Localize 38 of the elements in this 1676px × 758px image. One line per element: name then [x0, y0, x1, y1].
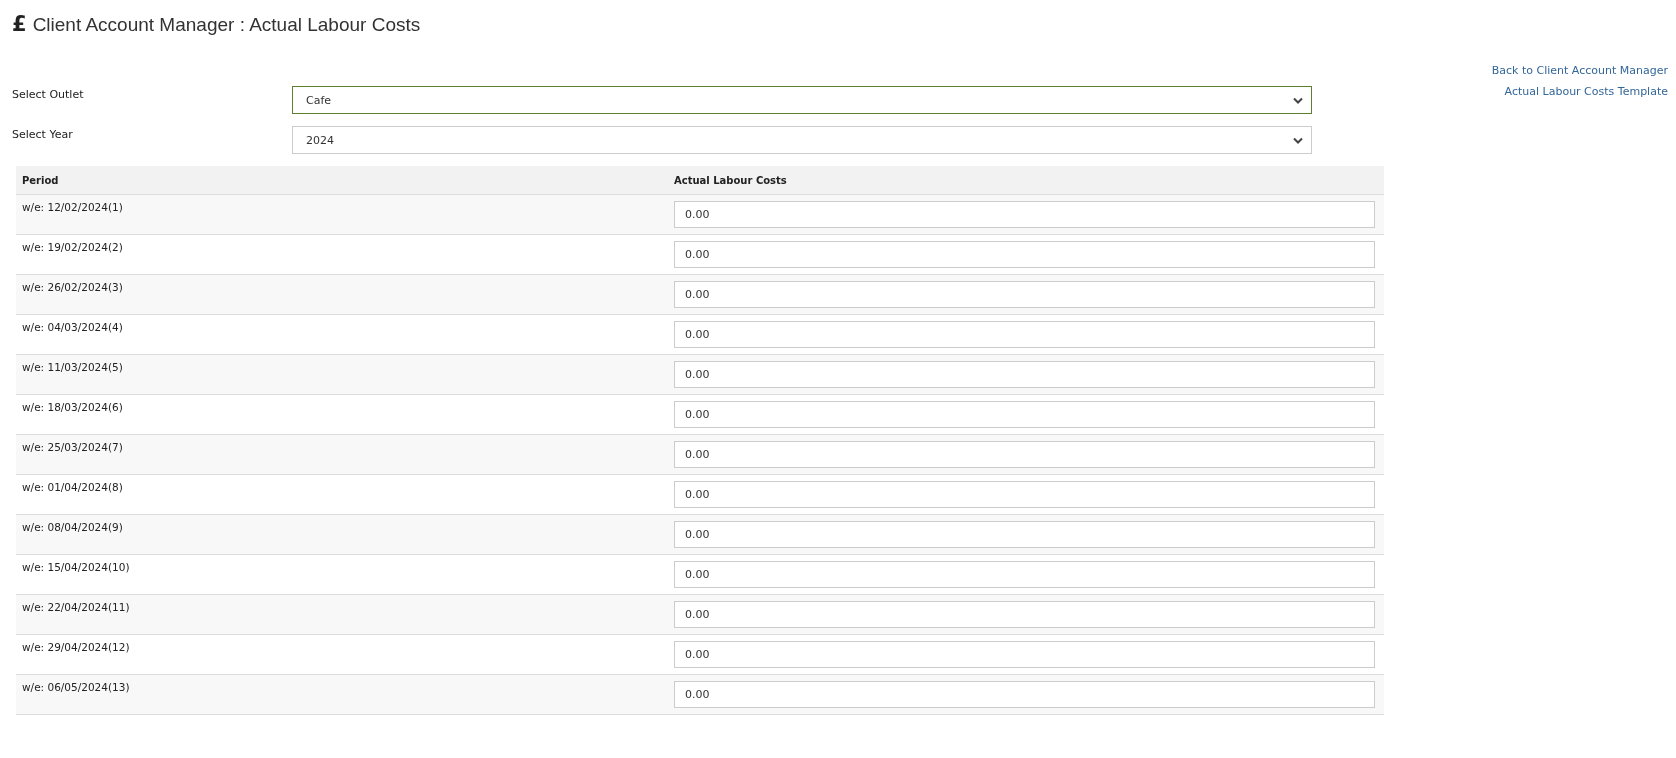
pound-icon: £ [12, 12, 27, 36]
table-cell: w/e: 11/03/2024(5) [16, 354, 668, 395]
input-field[interactable]: 0.00 [674, 481, 1375, 508]
field-label: Select Outlet [12, 87, 85, 101]
table-cell: w/e: 12/02/2024(1) [16, 194, 668, 235]
caret-icon [1293, 136, 1303, 144]
input-field[interactable]: 0.00 [674, 561, 1375, 588]
input-field[interactable]: 0.00 [674, 281, 1375, 308]
input-field[interactable]: 0.00 [674, 441, 1375, 468]
select-field[interactable]: 2024 [292, 126, 1312, 154]
input-field[interactable]: 0.00 [674, 401, 1375, 428]
input-field[interactable]: 0.00 [674, 601, 1375, 628]
table-cell: w/e: 19/02/2024(2) [16, 234, 668, 275]
table-cell: w/e: 15/04/2024(10) [16, 554, 668, 595]
table-cell: w/e: 22/04/2024(11) [16, 594, 668, 635]
input-field[interactable]: 0.00 [674, 521, 1375, 548]
table-cell: w/e: 04/03/2024(4) [16, 314, 668, 355]
table-cell: w/e: 06/05/2024(13) [16, 674, 668, 715]
column-header: Period [16, 166, 668, 195]
input-field[interactable]: 0.00 [674, 241, 1375, 268]
input-field[interactable]: 0.00 [674, 641, 1375, 668]
column-header: Actual Labour Costs [668, 166, 1384, 195]
input-field[interactable]: 0.00 [674, 681, 1375, 708]
table-cell: w/e: 08/04/2024(9) [16, 514, 668, 555]
page-title: Client Account Manager : Actual Labour Costs [32, 14, 421, 36]
select-field[interactable]: Cafe [292, 86, 1312, 114]
input-field[interactable]: 0.00 [674, 361, 1375, 388]
caret-icon [1293, 96, 1303, 104]
nav-link[interactable]: Back to Client Account Manager [1491, 64, 1668, 77]
field-label: Select Year [12, 127, 74, 141]
table-cell: w/e: 01/04/2024(8) [16, 474, 668, 515]
table-cell: w/e: 25/03/2024(7) [16, 434, 668, 475]
table-cell: w/e: 18/03/2024(6) [16, 394, 668, 435]
nav-link[interactable]: Actual Labour Costs Template [1504, 85, 1668, 98]
input-field[interactable]: 0.00 [674, 201, 1375, 228]
table-cell: w/e: 26/02/2024(3) [16, 274, 668, 315]
table-cell: w/e: 29/04/2024(12) [16, 634, 668, 675]
input-field[interactable]: 0.00 [674, 321, 1375, 348]
